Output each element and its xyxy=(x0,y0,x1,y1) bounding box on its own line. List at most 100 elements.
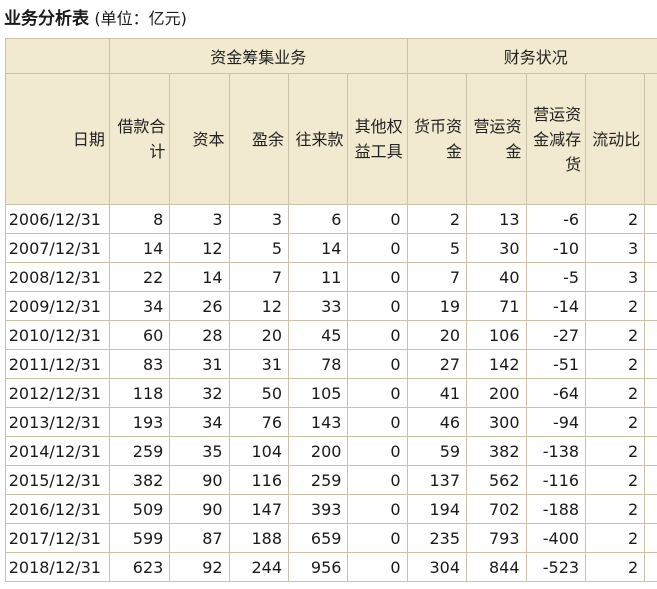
value-cell: 137 xyxy=(406,465,468,495)
value-cell: 27 xyxy=(406,349,468,379)
value-cell: -14 xyxy=(525,291,587,321)
value-cell: 31 xyxy=(228,349,290,379)
group-header-financing: 资金筹集业务 xyxy=(108,38,408,74)
value-cell: -116 xyxy=(525,465,587,495)
value-cell: 35 xyxy=(169,436,230,466)
value-cell: 34 xyxy=(169,407,230,437)
column-header[interactable]: 往来款 xyxy=(287,73,349,205)
column-header[interactable]: 流动比 xyxy=(585,73,646,205)
value-cell: 105 xyxy=(287,378,349,408)
value-cell: 5 xyxy=(228,233,290,263)
value-cell: 2 xyxy=(585,204,646,234)
table-title: 业务分析表 (单位：亿元) xyxy=(0,0,657,38)
value-cell: 844 xyxy=(466,552,527,582)
value-cell: 11 xyxy=(287,262,349,292)
value-cell: 40 xyxy=(466,262,527,292)
value-cell: 30 xyxy=(466,233,527,263)
value-cell: 14 xyxy=(108,233,171,263)
value-cell: 0 xyxy=(347,262,408,292)
value-cell: 143 xyxy=(287,407,349,437)
value-cell: -94 xyxy=(525,407,587,437)
value-cell: 0 xyxy=(347,320,408,350)
truncated-cell xyxy=(644,436,657,466)
value-cell: 562 xyxy=(466,465,527,495)
value-cell: 3 xyxy=(228,204,290,234)
value-cell: 2 xyxy=(585,552,646,582)
column-header[interactable]: 其他权益工具 xyxy=(347,73,408,205)
table-row[interactable]: 2012/12/31 118 32 50 105 0 41 200 -64 2 xyxy=(5,378,657,408)
value-cell: 90 xyxy=(169,465,230,495)
date-cell: 2016/12/31 xyxy=(5,494,110,524)
value-cell: 702 xyxy=(466,494,527,524)
value-cell: -138 xyxy=(525,436,587,466)
value-cell: 59 xyxy=(406,436,468,466)
table-row[interactable]: 2007/12/31 14 12 5 14 0 5 30 -10 3 xyxy=(5,233,657,263)
table-row[interactable]: 2015/12/31 382 90 116 259 0 137 562 -116 2 xyxy=(5,465,657,495)
column-header[interactable]: 货币资金 xyxy=(406,73,468,205)
column-header[interactable]: 营运资金 xyxy=(466,73,527,205)
column-header[interactable]: 借款合计 xyxy=(108,73,171,205)
table-row[interactable]: 2016/12/31 509 90 147 393 0 194 702 -188 2 xyxy=(5,494,657,524)
date-cell: 2013/12/31 xyxy=(5,407,110,437)
value-cell: 659 xyxy=(287,523,349,553)
value-cell: 393 xyxy=(287,494,349,524)
analysis-table-container[interactable]: 资金筹集业务 财务状况 日期 借款合计 资本 盈余 往来款 其他权益工具 货币资金 营运资金营… xyxy=(5,38,657,589)
value-cell: 20 xyxy=(406,320,468,350)
value-cell: 50 xyxy=(228,378,290,408)
column-header[interactable]: 资本 xyxy=(169,73,230,205)
value-cell: 244 xyxy=(228,552,290,582)
value-cell: 6 xyxy=(287,204,349,234)
value-cell: 2 xyxy=(585,436,646,466)
value-cell: 28 xyxy=(169,320,230,350)
table-row[interactable]: 2006/12/31 8 3 3 6 0 2 13 -6 2 xyxy=(5,204,657,234)
value-cell: 12 xyxy=(228,291,290,321)
column-header[interactable]: 营运资金减存货 xyxy=(525,73,587,205)
value-cell: 22 xyxy=(108,262,171,292)
date-cell: 2009/12/31 xyxy=(5,291,110,321)
table-row[interactable]: 2013/12/31 193 34 76 143 0 46 300 -94 2 xyxy=(5,407,657,437)
table-row[interactable]: 2018/12/31 623 92 244 956 0 304 844 -523 2 xyxy=(5,552,657,582)
value-cell: 0 xyxy=(347,523,408,553)
value-cell: -5 xyxy=(525,262,587,292)
table-row[interactable]: 2011/12/31 83 31 31 78 0 27 142 -51 2 xyxy=(5,349,657,379)
truncated-cell xyxy=(644,523,657,553)
column-header[interactable]: 日期 xyxy=(5,73,110,205)
value-cell: 0 xyxy=(347,204,408,234)
table-row[interactable]: 2017/12/31 599 87 188 659 0 235 793 -400 2 xyxy=(5,523,657,553)
value-cell: 300 xyxy=(466,407,527,437)
date-cell: 2014/12/31 xyxy=(5,436,110,466)
value-cell: 188 xyxy=(228,523,290,553)
value-cell: 147 xyxy=(228,494,290,524)
table-row[interactable]: 2010/12/31 60 28 20 45 0 20 106 -27 2 xyxy=(5,320,657,350)
column-header[interactable]: 盈余 xyxy=(228,73,290,205)
value-cell: 78 xyxy=(287,349,349,379)
value-cell: 200 xyxy=(287,436,349,466)
table-row[interactable]: 2014/12/31 259 35 104 200 0 59 382 -138 2 xyxy=(5,436,657,466)
value-cell: 104 xyxy=(228,436,290,466)
value-cell: 14 xyxy=(287,233,349,263)
date-cell: 2007/12/31 xyxy=(5,233,110,263)
value-cell: 3 xyxy=(585,262,646,292)
business-analysis-table: 资金筹集业务 财务状况 日期 借款合计 资本 盈余 往来款 其他权益工具 货币资金 营运资金营… xyxy=(5,38,657,582)
date-cell: 2010/12/31 xyxy=(5,320,110,350)
value-cell: -6 xyxy=(525,204,587,234)
value-cell: 0 xyxy=(347,349,408,379)
value-cell: 2 xyxy=(585,523,646,553)
value-cell: 0 xyxy=(347,465,408,495)
date-cell: 2011/12/31 xyxy=(5,349,110,379)
table-row[interactable]: 2008/12/31 22 14 7 11 0 7 40 -5 3 xyxy=(5,262,657,292)
unit-text: (单位：亿元) xyxy=(94,9,187,28)
table-row[interactable]: 2009/12/31 34 26 12 33 0 19 71 -14 2 xyxy=(5,291,657,321)
date-cell: 2012/12/31 xyxy=(5,378,110,408)
value-cell: 46 xyxy=(406,407,468,437)
value-cell: 0 xyxy=(347,291,408,321)
value-cell: 509 xyxy=(108,494,171,524)
value-cell: 3 xyxy=(585,233,646,263)
group-header-financial-status: 财务状况 xyxy=(406,38,657,74)
value-cell: 304 xyxy=(406,552,468,582)
value-cell: 20 xyxy=(228,320,290,350)
value-cell: 599 xyxy=(108,523,171,553)
value-cell: 71 xyxy=(466,291,527,321)
value-cell: 116 xyxy=(228,465,290,495)
column-header-truncated xyxy=(644,73,657,205)
